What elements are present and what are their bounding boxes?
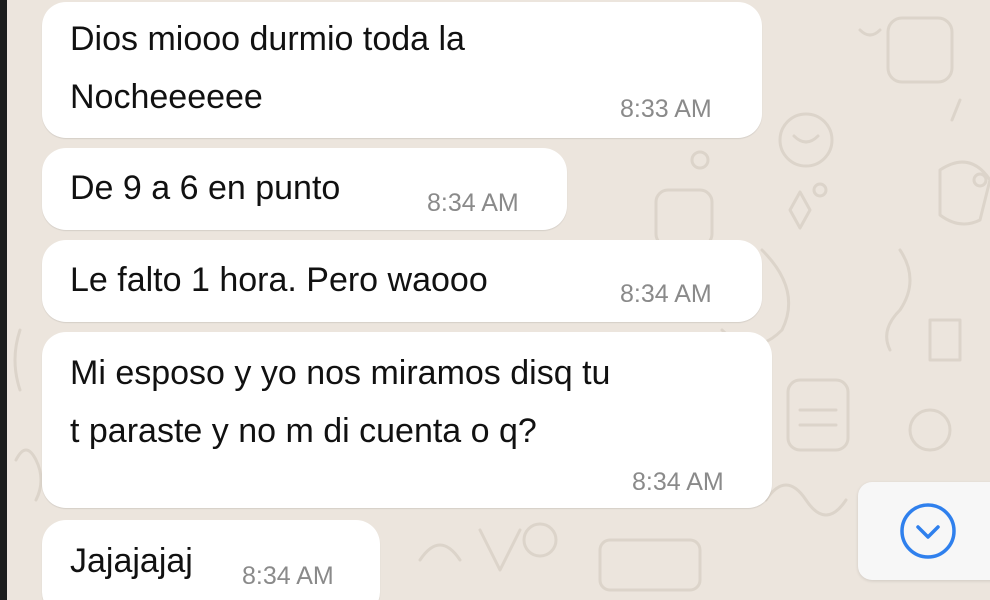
scroll-to-bottom-button[interactable] — [858, 482, 990, 580]
message-text: De 9 a 6 en punto — [70, 169, 341, 207]
message-bubble[interactable]: Le falto 1 hora. Pero waooo 8:34 AM — [42, 240, 762, 322]
message-text: Mi esposo y yo nos miramos disq tu t par… — [70, 354, 611, 450]
message-text: Dios miooo durmio toda la Nocheeeeee — [70, 20, 465, 116]
message-text: Le falto 1 hora. Pero waooo — [70, 261, 488, 299]
message-timestamp: 8:34 AM — [242, 562, 334, 590]
message-bubble[interactable]: Jajajajaj 8:34 AM — [42, 520, 380, 600]
message-timestamp: 8:34 AM — [620, 280, 712, 308]
message-timestamp: 8:34 AM — [632, 468, 724, 496]
message-bubble[interactable]: Mi esposo y yo nos miramos disq tu t par… — [42, 332, 772, 508]
chevron-down-circle-icon — [900, 503, 956, 559]
message-timestamp: 8:34 AM — [427, 189, 519, 217]
message-bubble[interactable]: De 9 a 6 en punto 8:34 AM — [42, 148, 567, 230]
message-text: Jajajajaj — [70, 542, 193, 580]
chat-view[interactable]: Dios miooo durmio toda la Nocheeeeee 8:3… — [0, 0, 990, 600]
message-timestamp: 8:33 AM — [620, 95, 712, 123]
message-bubble[interactable]: Dios miooo durmio toda la Nocheeeeee 8:3… — [42, 2, 762, 138]
